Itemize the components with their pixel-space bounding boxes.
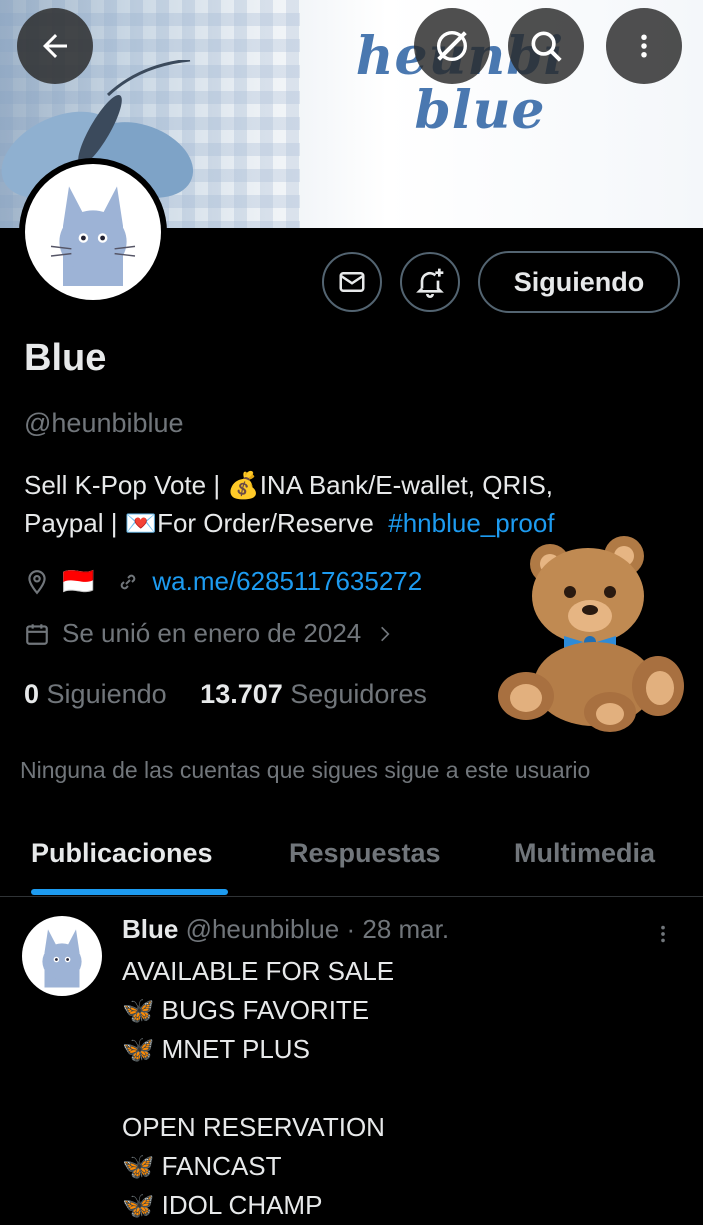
following-button[interactable]: Siguiendo (478, 251, 680, 313)
profile-bio: Sell K-Pop Vote | 💰INA Bank/E-wallet, QR… (24, 466, 664, 542)
profile-name: Blue (24, 337, 107, 379)
profile-avatar[interactable] (19, 158, 167, 306)
no-common-followers: Ninguna de las cuentas que sigues sigue … (20, 757, 591, 783)
post-line: AVAILABLE FOR SALE (122, 956, 395, 986)
joined-date: Se unió en enero de 2024 (62, 618, 362, 648)
message-button[interactable] (322, 252, 382, 312)
post-line: 🦋 FANCAST (122, 1151, 282, 1181)
more-options-button[interactable] (606, 8, 682, 84)
post-line: OPEN RESERVATION (122, 1112, 385, 1142)
cat-avatar-icon (42, 929, 82, 988)
tab-publicaciones[interactable]: Publicaciones (31, 838, 213, 869)
post-text: AVAILABLE FOR SALE 🦋 BUGS FAVORITE 🦋 MNE… (122, 952, 394, 1225)
grok-icon (437, 31, 467, 61)
cat-avatar-icon (50, 186, 136, 286)
post-line: 🦋 MNET PLUS (122, 1034, 310, 1064)
active-tab-indicator (31, 889, 228, 895)
location-flag: 🇮🇩 (62, 566, 95, 596)
profile-handle: @heunbiblue (24, 408, 184, 438)
location-pin-icon (28, 569, 46, 594)
following-count-link[interactable]: 0 Siguiendo (24, 679, 167, 709)
search-button[interactable] (508, 8, 584, 84)
post-header: Blue @heunbiblue · 28 mar. (122, 914, 449, 945)
profile-tabs: Publicaciones Respuestas Multimedia (0, 820, 703, 897)
bio-line-1: Sell K-Pop Vote | 💰INA Bank/E-wallet, QR… (24, 470, 554, 500)
bell-plus-icon (416, 268, 444, 298)
tab-multimedia[interactable]: Multimedia (514, 838, 655, 869)
more-vertical-icon (641, 34, 647, 58)
chevron-right-icon (381, 626, 390, 641)
profile-meta-joined[interactable]: Se unió en enero de 2024 (24, 618, 395, 649)
profile-meta-location: 🇮🇩 wa.me/6285117635272 (24, 566, 422, 597)
post-avatar[interactable] (22, 916, 102, 996)
bio-line-2: Paypal | 💌For Order/Reserve (24, 508, 374, 538)
post-more-icon[interactable] (652, 920, 674, 948)
mail-icon (339, 272, 365, 292)
bio-hashtag[interactable]: #hnblue_proof (388, 508, 554, 538)
tab-respuestas[interactable]: Respuestas (289, 838, 441, 869)
follow-counts: 0 Siguiendo 13.707 Seguidores (24, 679, 427, 710)
back-arrow-icon (43, 34, 67, 58)
calendar-icon (26, 623, 48, 645)
search-icon (531, 31, 562, 62)
post-line (122, 1069, 394, 1108)
link-icon (121, 574, 136, 589)
post-author-name[interactable]: Blue (122, 914, 178, 944)
post-date[interactable]: 28 mar. (362, 914, 449, 944)
post-author-handle[interactable]: @heunbiblue (186, 914, 340, 944)
grok-button[interactable] (414, 8, 490, 84)
notify-button[interactable] (400, 252, 460, 312)
back-button[interactable] (17, 8, 93, 84)
followers-count-link[interactable]: 13.707 Seguidores (200, 679, 427, 709)
post-line: 🦋 BUGS FAVORITE (122, 995, 370, 1025)
post-line: 🦋 IDOL CHAMP (122, 1190, 323, 1220)
teddy-bear-sticker (498, 536, 684, 732)
profile-link[interactable]: wa.me/6285117635272 (152, 566, 422, 597)
post-separator: · (346, 914, 356, 944)
